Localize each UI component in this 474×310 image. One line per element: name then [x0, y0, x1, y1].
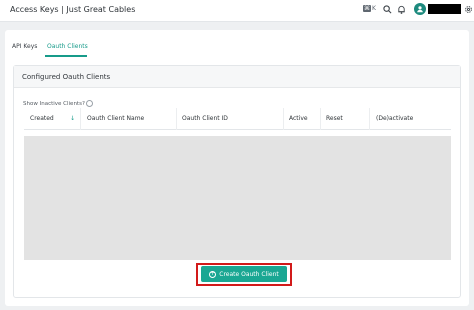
- create-oauth-client-label: Create Oauth Client: [219, 270, 279, 278]
- plus-circle-icon: +: [209, 270, 217, 278]
- bell-icon[interactable]: [395, 3, 407, 15]
- table-header: Created ↓ Oauth Client Name Oauth Client…: [24, 108, 451, 130]
- column-header-client-id[interactable]: Oauth Client ID: [182, 115, 228, 122]
- show-inactive-checkbox[interactable]: [85, 100, 93, 107]
- panel-title: Configured Oauth Clients: [22, 73, 111, 81]
- column-header-deactivate[interactable]: (De)activate: [376, 115, 413, 122]
- avatar[interactable]: [414, 3, 426, 15]
- show-inactive-label: Show Inactive Clients?: [23, 100, 85, 107]
- column-divider: [176, 108, 177, 130]
- panel-header: Configured Oauth Clients: [14, 66, 460, 88]
- command-key: ⌘: [363, 5, 371, 12]
- shortcut-letter: K: [372, 5, 376, 12]
- column-header-created[interactable]: Created: [30, 115, 54, 122]
- column-header-client-name[interactable]: Oauth Client Name: [87, 115, 144, 122]
- app-title: Access Keys | Just Great Cables: [10, 5, 136, 14]
- top-bar: Access Keys | Just Great Cables ⌘ K: [0, 0, 474, 22]
- user-name-redacted[interactable]: [428, 4, 461, 14]
- show-inactive-toggle[interactable]: Show Inactive Clients?: [23, 100, 93, 107]
- search-icon[interactable]: [381, 3, 393, 15]
- column-divider: [320, 108, 321, 130]
- command-shortcut[interactable]: ⌘ K: [363, 5, 376, 12]
- sort-descending-icon[interactable]: ↓: [70, 115, 75, 122]
- tab-oauth-clients[interactable]: Oauth Clients: [47, 43, 88, 50]
- table-body-empty: [24, 136, 451, 260]
- column-divider: [369, 108, 370, 130]
- active-tab-indicator: [45, 55, 87, 57]
- tab-api-keys[interactable]: API Keys: [12, 43, 37, 50]
- gear-icon[interactable]: [462, 3, 474, 15]
- oauth-clients-panel: Configured Oauth Clients Show Inactive C…: [13, 65, 461, 298]
- column-header-reset[interactable]: Reset: [326, 115, 343, 122]
- column-divider: [283, 108, 284, 130]
- create-oauth-client-button[interactable]: + Create Oauth Client: [201, 266, 287, 282]
- column-header-active[interactable]: Active: [289, 115, 308, 122]
- column-divider: [80, 108, 81, 130]
